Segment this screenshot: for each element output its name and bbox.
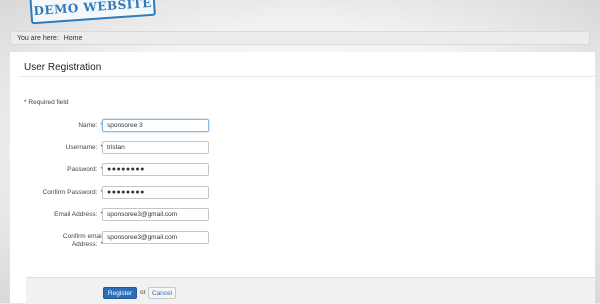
username-label: Username:* [65,144,103,151]
breadcrumb-prefix: You are here: [17,35,59,42]
title-divider [20,76,595,77]
form-row-email: Email Address:* [10,208,595,222]
page-title: User Registration [24,62,102,73]
email-input[interactable] [102,208,209,221]
name-input[interactable] [102,119,209,132]
form-row-confirm-email: Confirm email Address: * [10,231,595,251]
cancel-button[interactable]: Cancel [148,287,176,299]
or-text: or [140,289,146,296]
confirm-email-label: Confirm email Address: * [62,233,103,248]
email-label: Email Address:* [54,211,103,218]
confirm-email-input[interactable] [102,231,209,244]
form-actions: Register or Cancel [26,277,595,304]
confirm-password-input[interactable] [102,186,209,199]
register-button[interactable]: Register [103,287,137,299]
form-row-confirm-password: Confirm Password:* [10,186,595,200]
content-panel: User Registration * Required field Name:… [10,52,595,304]
username-input[interactable] [102,141,209,154]
form-row-password: Password:* [10,163,595,177]
logo-text: DEMO WEBSITE [33,0,153,19]
password-label: Password:* [67,166,103,173]
breadcrumb: You are here: Home [10,31,590,45]
required-field-note: * Required field [24,99,69,106]
name-label: Name:* [78,122,103,129]
breadcrumb-home: Home [63,35,83,42]
password-input[interactable] [102,163,209,176]
form-row-username: Username:* [10,141,595,155]
confirm-password-label: Confirm Password:* [42,189,103,196]
form-row-name: Name:* [10,119,595,133]
